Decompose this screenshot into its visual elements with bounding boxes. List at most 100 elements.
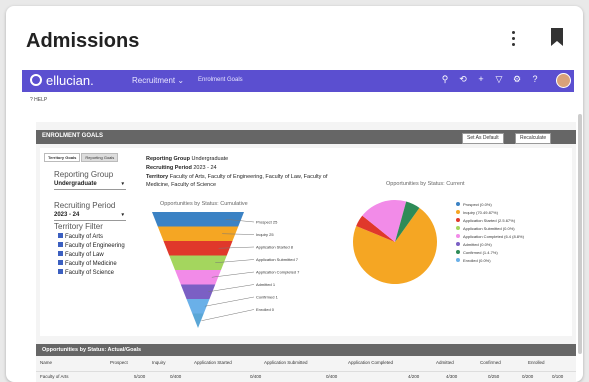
cell: 4/200 [408,374,420,379]
col-header[interactable]: Admitted [436,360,454,365]
funnel-stage-label: Application Completed 7 [256,270,300,275]
vertical-scrollbar[interactable] [578,114,582,354]
cell: 4/300 [446,374,458,379]
info-territory: Territory Faculty of Arts, Faculty of En… [146,174,328,180]
search-icon[interactable]: ⚲ [436,74,454,85]
pie-chart [353,200,437,284]
checkbox-checked-icon [58,242,63,247]
legend-entry[interactable]: Enrolled (0.0%) [456,258,524,266]
funnel-stage[interactable] [152,212,244,227]
territory-checkbox[interactable]: Faculty of Science [58,269,114,276]
cell: 5/100 [134,374,146,379]
filter-icon[interactable]: ▽ [490,74,508,85]
bookmark-icon[interactable] [550,28,564,46]
checkbox-checked-icon [58,260,63,265]
funnel-leader-line [204,296,255,307]
col-header[interactable]: Application Started [194,360,232,365]
info-territory-cont: Medicine, Faculty of Science [146,182,217,188]
legend-entry[interactable]: Confirmed (1.4.7%) [456,250,524,258]
funnel-stage[interactable] [180,284,216,300]
funnel-stage-label: Application Started 8 [256,245,294,250]
funnel-leader-line [208,284,255,292]
history-icon[interactable]: ⟲ [454,74,472,85]
reporting-group-label: Reporting Group [54,170,114,179]
cell: 0/400 [250,374,262,379]
table-title: Opportunities by Status: Actual/Goals [42,347,142,353]
more-options-icon[interactable] [508,28,520,50]
funnel-stage-label: Inquiry 25 [256,232,274,237]
recruiting-period-label: Recruiting Period [54,201,116,210]
legend-dot-icon [456,202,460,206]
goals-content: Territory Goals Reporting Goals Reporting… [40,148,572,336]
cell: 0/400 [326,374,338,379]
legend-entry[interactable]: Application Submitted (0.0%) [456,226,524,234]
chevron-down-icon: ▾ [121,212,124,218]
add-icon[interactable]: + [472,74,490,84]
funnel-title: Opportunities by Status: Cumulative [160,201,248,207]
legend-label: Admitted (0.0%) [463,242,492,247]
table-header-bar: Opportunities by Status: Actual/Goals [36,344,576,356]
module-menu[interactable]: Recruitment ⌄ [132,76,184,85]
section-header: ENROLMENT GOALS Set As Default Recalcula… [36,130,576,144]
page-breadcrumb[interactable]: Enrolment Goals [198,77,243,83]
territory-checkbox[interactable]: Faculty of Engineering [58,242,125,249]
help-icon[interactable]: ? [526,74,544,84]
legend-dot-icon [456,234,460,238]
table-header-row: Name Prospect Inquiry Application Starte… [36,358,576,368]
recruiting-period-select[interactable]: 2023 - 24 ▾ [54,212,126,221]
logo-mark-icon [30,74,42,86]
territory-checkbox[interactable]: Faculty of Arts [58,233,103,240]
tab-reporting-goals[interactable]: Reporting Goals [81,153,119,162]
funnel-stage-label: Admitted 1 [256,282,276,287]
funnel-stage-label: Application Submitted 7 [256,257,299,262]
col-header[interactable]: Application Submitted [264,360,308,365]
col-header[interactable]: Confirmed [480,360,501,365]
pie-title: Opportunities by Status: Current [386,181,465,187]
cell: 0/100 [552,374,564,379]
legend-dot-icon [456,226,460,230]
legend-entry[interactable]: Application Started (2.5.67%) [456,218,524,226]
legend-label: Enrolled (0.0%) [463,258,491,263]
col-header[interactable]: Name [40,360,52,365]
legend-entry[interactable]: Prospect (0.0%) [456,202,524,210]
legend-entry[interactable]: Admitted (0.0%) [456,242,524,250]
funnel-leader-line [201,309,255,321]
funnel-chart: Prospect 25 Inquiry 25 Application Started… [152,212,300,328]
settings-icon[interactable]: ⚙ [508,74,526,85]
col-header[interactable]: Inquiry [152,360,166,365]
legend-entry[interactable]: Application Completed (6.4 (8.8%) [456,234,524,242]
recalculate-button[interactable]: Recalculate [515,133,552,144]
funnel-stage[interactable] [175,270,221,285]
enrolment-goals-panel: ENROLMENT GOALS Set As Default Recalcula… [36,122,576,382]
avatar[interactable] [556,73,571,88]
funnel-stage-label: Enrolled 0 [256,307,275,312]
tab-territory-goals[interactable]: Territory Goals [44,153,81,162]
set-default-button[interactable]: Set As Default [462,133,504,144]
cell: 0/400 [170,374,182,379]
funnel-stage-label: Prospect 25 [256,220,278,225]
legend-label: Application Submitted (0.0%) [463,226,515,231]
section-title: ENROLMENT GOALS [42,133,103,139]
territory-checkbox[interactable]: Faculty of Law [58,251,104,258]
legend-label: Inquiry (70.49.87%) [463,210,498,215]
app-topbar: ellucian. Recruitment ⌄ Enrolment Goals … [22,70,574,92]
legend-label: Application Started (2.5.67%) [463,218,516,223]
cell: 0/200 [522,374,534,379]
legend-dot-icon [456,218,460,222]
info-reporting-group: Reporting Group Undergraduate [146,156,229,162]
legend-entry[interactable]: Inquiry (70.49.87%) [456,210,524,218]
col-header[interactable]: Application Completed [348,360,393,365]
admissions-card: Admissions ellucian. Recruitment ⌄ Enrol… [6,6,583,382]
table-row[interactable]: Faculty of Arts 5/100 0/400 0/400 0/400 … [36,371,576,381]
pie-legend: Prospect (0.0%) Inquiry (70.49.87%) Applic… [456,202,524,266]
col-header[interactable]: Prospect [110,360,128,365]
legend-dot-icon [456,258,460,262]
cell: 0/250 [488,374,500,379]
territory-checkbox[interactable]: Faculty of Medicine [58,260,117,267]
reporting-group-select[interactable]: Undergraduate ▾ [54,181,126,190]
help-link[interactable]: ? HELP [30,97,47,103]
ellucian-logo: ellucian. [30,73,94,88]
col-header[interactable]: Enrolled [528,360,545,365]
territory-filter-label: Territory Filter [54,222,103,231]
checkbox-checked-icon [58,233,63,238]
